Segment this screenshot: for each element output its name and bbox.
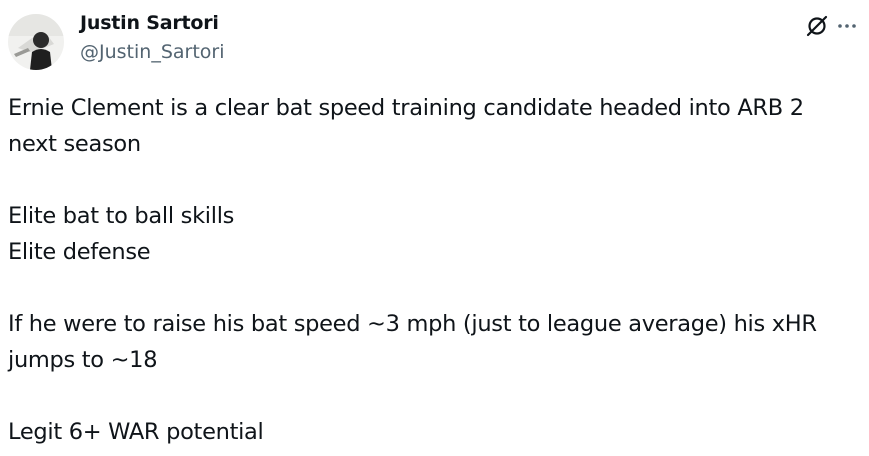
tweet-text: Ernie Clement is a clear bat speed train… — [8, 90, 858, 450]
tweet-header: Justin Sartori @Justin_Sartori — [8, 8, 859, 72]
tweet-line: Legit 6+ WAR potential — [8, 419, 264, 445]
tweet-card: Justin Sartori @Justin_Sartori Ernie Cle… — [0, 0, 869, 456]
avatar-image — [8, 14, 64, 70]
grok-slash-circle-icon — [806, 15, 828, 37]
user-handle[interactable]: @Justin_Sartori — [80, 41, 225, 63]
tweet-line: Ernie Clement is a clear bat speed train… — [8, 95, 804, 121]
tweet-line: Elite defense — [8, 239, 151, 265]
tweet-line: If he were to raise his bat speed ~3 mph… — [8, 311, 817, 337]
display-name[interactable]: Justin Sartori — [80, 12, 219, 34]
avatar[interactable] — [8, 14, 64, 70]
tweet-line: Elite bat to ball skills — [8, 203, 235, 229]
tweet-line: next season — [8, 131, 141, 157]
more-options-button[interactable] — [835, 14, 859, 38]
more-horizontal-icon — [838, 24, 856, 28]
grok-button[interactable] — [805, 14, 829, 38]
tweet-line: jumps to ~18 — [8, 347, 158, 373]
